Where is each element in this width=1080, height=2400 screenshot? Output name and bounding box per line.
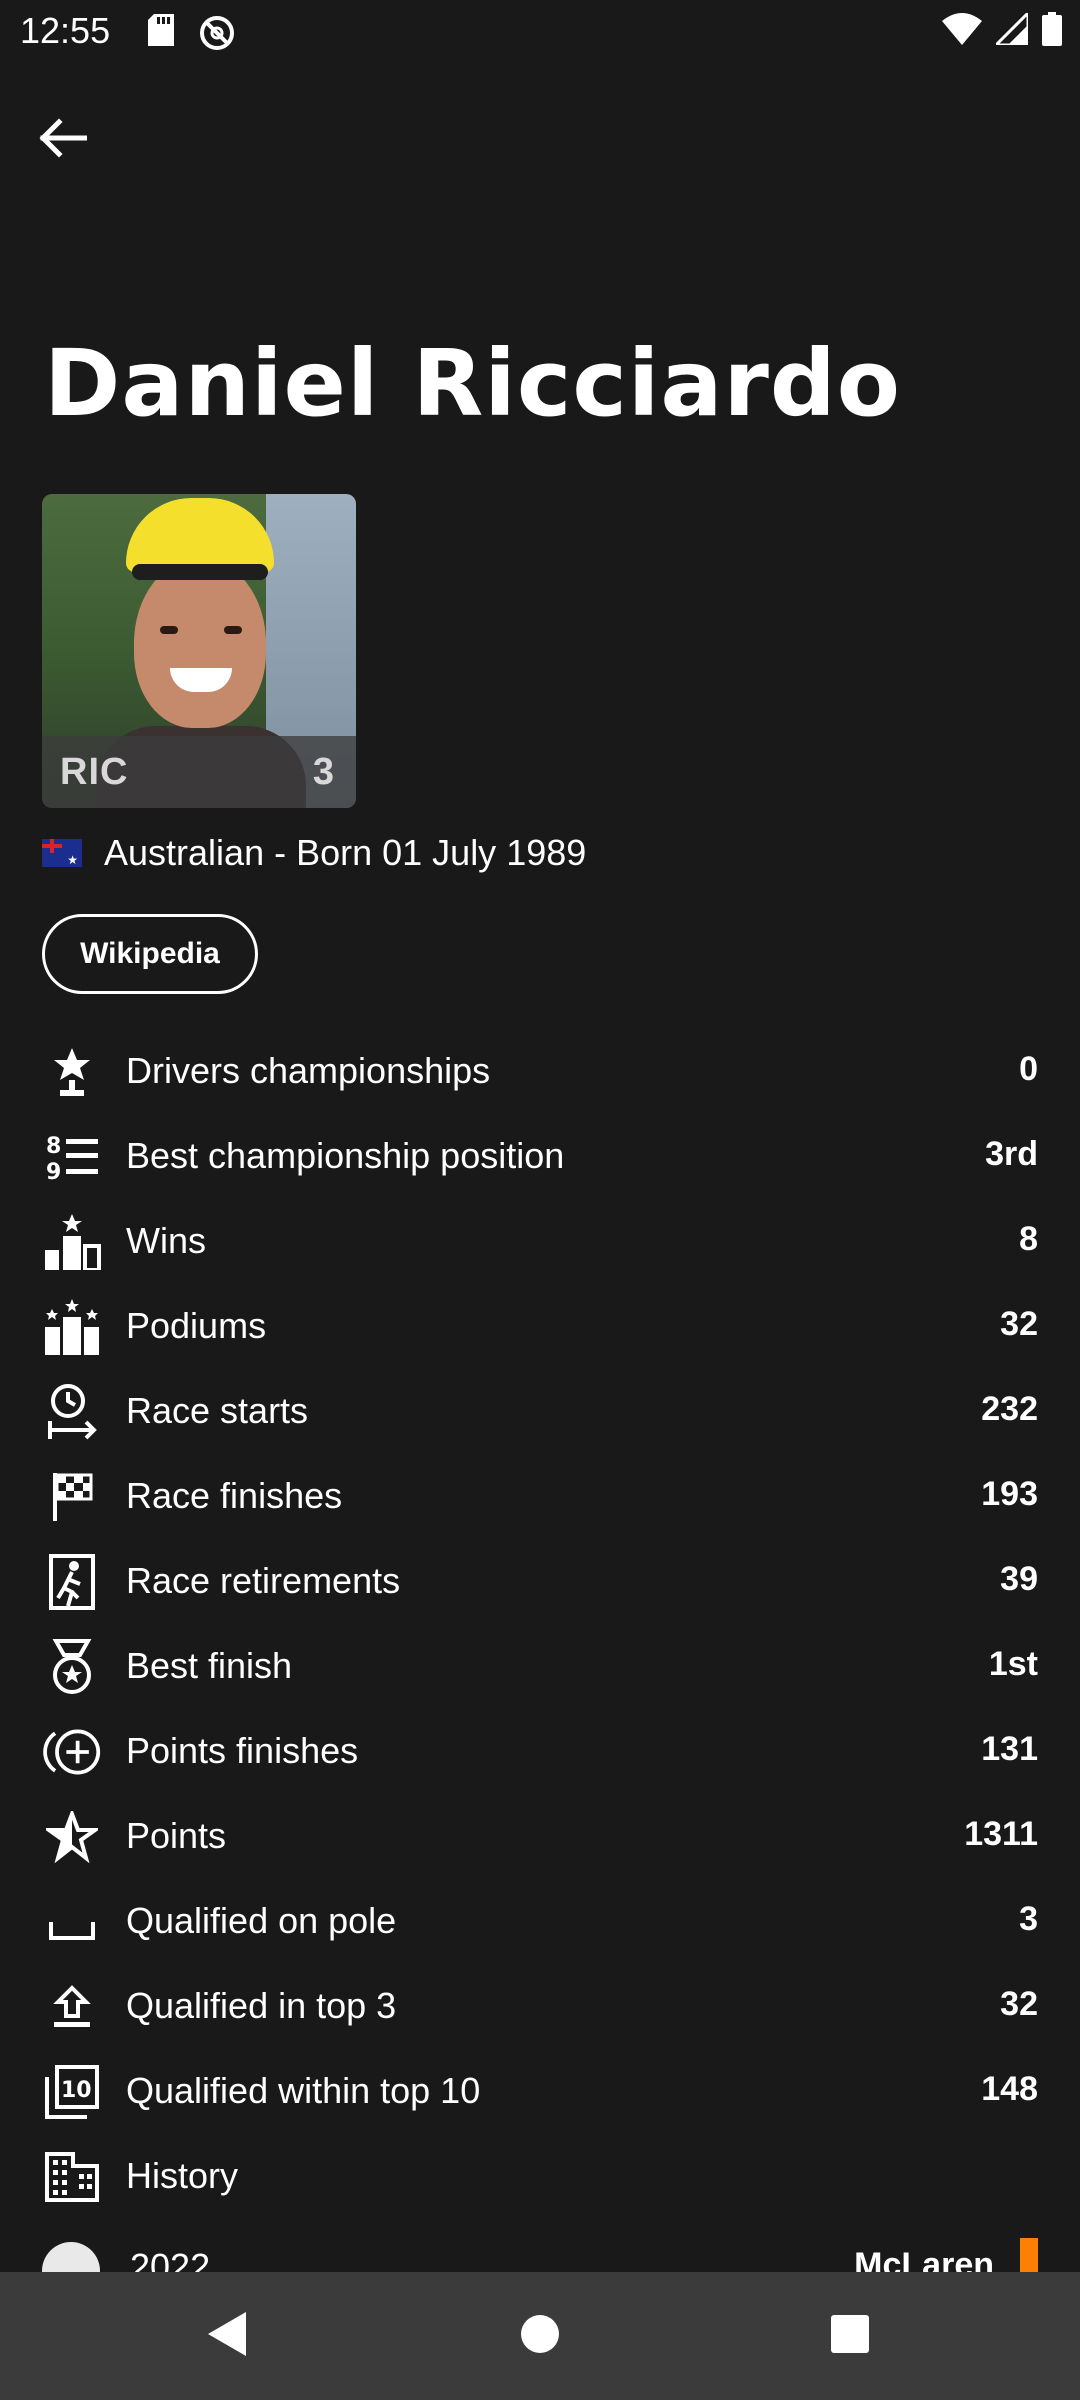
stat-value: 8	[1019, 1220, 1038, 1258]
svg-text:10: 10	[61, 2078, 92, 2103]
podium-icon	[42, 1214, 102, 1270]
nationality-text: Australian - Born 01 July 1989	[104, 832, 587, 873]
stat-row-qualified-on-pole: Qualified on pole 3	[0, 1880, 1080, 1965]
nav-recents-button[interactable]	[820, 2306, 880, 2366]
stat-value: 32	[1000, 1985, 1038, 2023]
battery-icon	[1042, 12, 1062, 51]
exit-run-icon	[42, 1554, 102, 1610]
stat-label: Points	[126, 1815, 227, 1856]
stat-row-wins: Wins 8	[0, 1200, 1080, 1285]
stat-row-podiums: Podiums 32	[0, 1285, 1080, 1370]
nationality-row: Australian - Born 01 July 1989	[42, 832, 586, 874]
wifi-icon	[942, 13, 982, 50]
stat-label: Points finishes	[126, 1730, 359, 1771]
nav-home-icon	[520, 2314, 560, 2359]
svg-text:9: 9	[46, 1160, 61, 1181]
stat-label: Qualified within top 10	[126, 2070, 481, 2111]
plus-circle-icon	[42, 1724, 102, 1780]
history-year: 2022	[130, 2246, 211, 2272]
stat-row-best-championship-position: 89 Best championship position 3rd	[0, 1115, 1080, 1200]
sd-card-icon	[148, 14, 174, 51]
building-icon	[42, 2149, 102, 2205]
stat-row-qualified-top-3: Qualified in top 3 32	[0, 1965, 1080, 2050]
stat-row-history: History	[0, 2135, 1080, 2220]
stat-label: Race finishes	[126, 1475, 343, 1516]
stat-label: Race starts	[126, 1390, 309, 1431]
nav-back-icon	[204, 2310, 248, 2363]
stats-list: Drivers championships 0 89 Best champion…	[0, 1030, 1080, 2220]
stat-value: 0	[1019, 1050, 1038, 1088]
stat-value: 1311	[964, 1815, 1038, 1853]
stat-label: History	[126, 2155, 239, 2196]
stat-value: 131	[981, 1730, 1038, 1768]
stat-label: Best finish	[126, 1645, 293, 1686]
driver-number: 3	[312, 751, 334, 793]
stat-value: 39	[1000, 1560, 1038, 1598]
clock-start-icon	[42, 1384, 102, 1440]
stat-row-drivers-championships: Drivers championships 0	[0, 1030, 1080, 1115]
medal-icon	[42, 1639, 102, 1695]
top-ten-icon: 10	[42, 2064, 102, 2120]
stat-row-race-starts: Race starts 232	[0, 1370, 1080, 1455]
stat-row-race-finishes: Race finishes 193	[0, 1455, 1080, 1540]
history-team: McLaren	[854, 2246, 994, 2272]
history-row[interactable]: 2022 McLaren	[0, 2236, 1080, 2272]
driver-photo: RIC 3	[42, 494, 356, 808]
team-color-bar	[1020, 2238, 1038, 2272]
stat-value: 148	[981, 2070, 1038, 2108]
svg-text:8: 8	[46, 1134, 61, 1159]
stat-row-qualified-top-10: 10 Qualified within top 10 148	[0, 2050, 1080, 2135]
nav-recents-icon	[830, 2314, 870, 2359]
stat-value: 32	[1000, 1305, 1038, 1343]
pole-bracket-icon	[42, 1894, 102, 1950]
team-logo	[42, 2242, 100, 2272]
stat-label: Qualified in top 3	[126, 1985, 397, 2026]
trophy-star-icon	[42, 1044, 102, 1100]
status-time: 12:55	[20, 10, 111, 51]
status-bar: 12:55	[0, 0, 1080, 64]
stat-value: 3	[1019, 1900, 1038, 1938]
stat-row-best-finish: Best finish 1st	[0, 1625, 1080, 1710]
stat-value: 3rd	[985, 1135, 1038, 1173]
stat-value: 232	[981, 1390, 1038, 1428]
stat-label: Wins	[126, 1220, 206, 1261]
cell-signal-icon	[992, 9, 1030, 50]
stat-label: Best championship position	[126, 1135, 565, 1176]
stat-value: 193	[981, 1475, 1038, 1513]
nav-back-button[interactable]	[196, 2306, 256, 2366]
back-button[interactable]	[30, 108, 94, 172]
checkered-flag-icon	[42, 1469, 102, 1525]
driver-name: Daniel Ricciardo	[44, 330, 901, 437]
stat-row-points: Points 1311	[0, 1795, 1080, 1880]
nav-home-button[interactable]	[510, 2306, 570, 2366]
stat-value: 1st	[988, 1645, 1038, 1683]
stat-label: Drivers championships	[126, 1050, 491, 1091]
stat-label: Podiums	[126, 1305, 267, 1346]
upload-arrow-icon	[42, 1979, 102, 2035]
stat-label: Race retirements	[126, 1560, 401, 1601]
australia-flag-icon	[42, 839, 82, 867]
podium-stars-icon	[42, 1299, 102, 1355]
no-signal-circle-icon	[198, 14, 236, 57]
star-outline-icon	[42, 1809, 102, 1865]
numbered-list-icon: 89	[42, 1129, 102, 1185]
stat-row-points-finishes: Points finishes 131	[0, 1710, 1080, 1795]
arrow-left-icon	[37, 117, 88, 163]
stat-label: Qualified on pole	[126, 1900, 397, 1941]
stat-row-race-retirements: Race retirements 39	[0, 1540, 1080, 1625]
wikipedia-button[interactable]: Wikipedia	[42, 914, 258, 994]
driver-code: RIC	[60, 751, 129, 793]
system-nav-bar	[0, 2272, 1080, 2400]
